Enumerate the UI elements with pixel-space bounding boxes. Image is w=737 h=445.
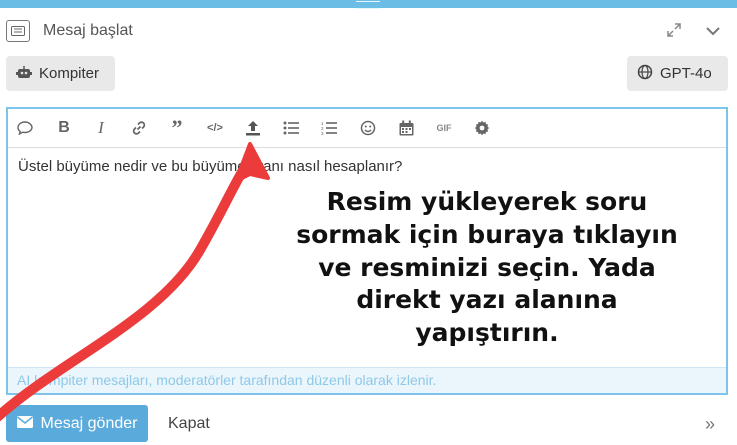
double-chevron-right-icon[interactable]: »: [705, 414, 715, 435]
calendar-icon[interactable]: [395, 118, 417, 138]
annotation-line: ve resminizi seçin. Yada: [318, 252, 656, 282]
persona-label: Kompiter: [39, 65, 100, 82]
italic-icon[interactable]: I: [90, 118, 112, 138]
moderation-notice: AI kompiter mesajları, moderatörler tara…: [8, 367, 726, 393]
chevron-down-icon[interactable]: [704, 22, 724, 40]
persona-chip[interactable]: Kompiter: [6, 56, 115, 91]
bullet-list-icon[interactable]: [280, 118, 302, 138]
message-input[interactable]: Üstel büyüme nedir ve bu büyüme oranı na…: [18, 158, 402, 175]
code-icon[interactable]: </>: [204, 118, 226, 138]
model-chip[interactable]: GPT-4o: [627, 56, 728, 91]
robot-icon: [16, 65, 32, 83]
emoji-icon[interactable]: [357, 118, 379, 138]
expand-icon[interactable]: [664, 22, 684, 40]
speech-bubble-icon[interactable]: [14, 118, 36, 138]
link-icon[interactable]: [128, 118, 150, 138]
model-label: GPT-4o: [660, 65, 712, 82]
annotation-text: Resim yükleyerek soru sormak için buraya…: [272, 186, 702, 350]
send-message-button[interactable]: Mesaj gönder: [6, 405, 148, 442]
numbered-list-icon[interactable]: 123: [318, 118, 340, 138]
annotation-line: yapıştırın.: [415, 318, 559, 347]
annotation-line: direkt yazı alanına: [356, 285, 618, 315]
gif-icon[interactable]: GIF: [433, 118, 455, 138]
svg-text:3: 3: [321, 131, 324, 135]
resize-grip[interactable]: [356, 1, 380, 9]
send-label: Mesaj gönder: [40, 414, 138, 432]
keyboard-icon: [6, 20, 30, 42]
close-button[interactable]: Kapat: [168, 415, 210, 433]
bold-icon[interactable]: B: [53, 118, 75, 138]
composer-title: Mesaj başlat: [43, 22, 133, 39]
upload-icon[interactable]: [242, 118, 264, 138]
envelope-icon: [16, 415, 33, 433]
annotation-line: sormak için buraya tıklayın: [296, 219, 678, 249]
gear-icon[interactable]: [471, 118, 493, 138]
globe-icon: [637, 64, 653, 84]
quote-icon[interactable]: ”: [166, 115, 188, 140]
annotation-line: Resim yükleyerek soru: [326, 187, 648, 216]
window-top-bar[interactable]: [0, 0, 737, 9]
formatting-toolbar: B I ” </> 123 GIF: [8, 109, 726, 148]
